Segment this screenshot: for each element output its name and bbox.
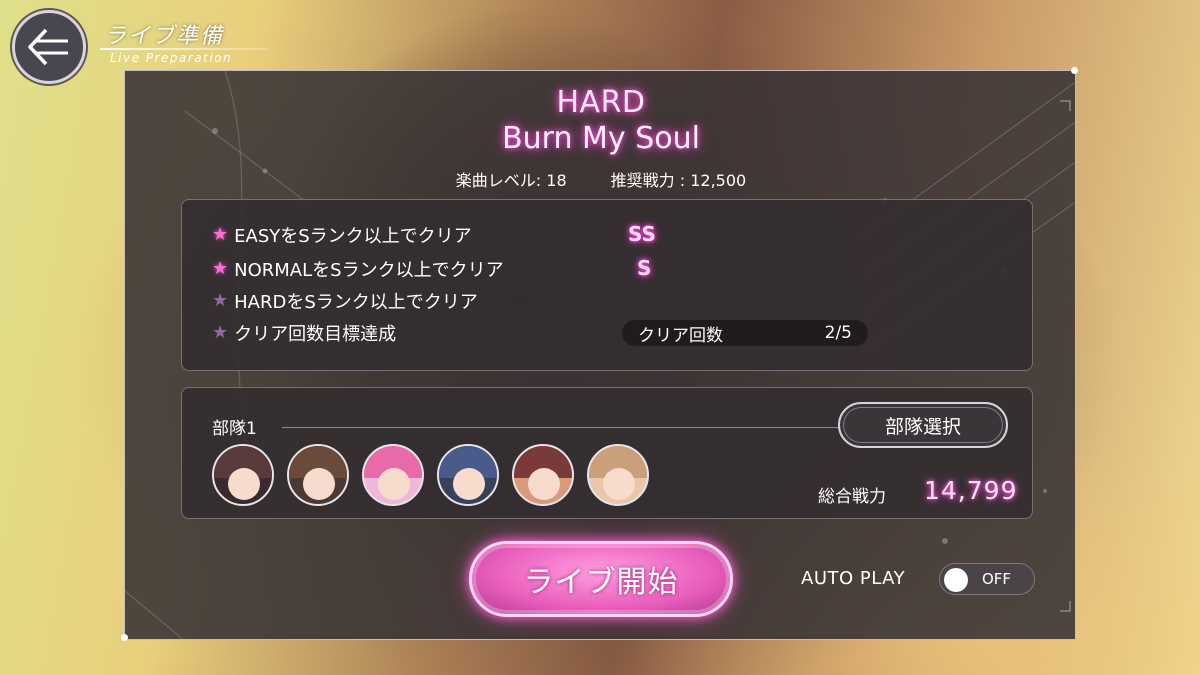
- back-button[interactable]: [12, 10, 86, 84]
- auto-play-label: AUTO PLAY: [801, 568, 906, 589]
- mission-label: HARDをSランク以上でクリア: [234, 292, 478, 313]
- mission-item: ★ クリア回数目標達成: [212, 320, 396, 346]
- mission-rank-badge: SS: [628, 222, 656, 246]
- mission-label: EASYをSランク以上でクリア: [234, 226, 472, 247]
- star-icon: ★: [212, 258, 229, 279]
- page-subtitle: Live Preparation: [110, 51, 233, 65]
- live-prep-panel: HARD Burn My Soul 楽曲レベル: 18 推奨戦力 : 12,50…: [121, 67, 1078, 641]
- clear-count-label: クリア回数: [638, 325, 723, 346]
- character-avatar-5[interactable]: [512, 444, 574, 506]
- unit-label: 部隊1: [212, 419, 257, 439]
- mission-label: クリア回数目標達成: [234, 324, 397, 345]
- header-divider: [100, 48, 268, 50]
- auto-play-toggle[interactable]: OFF: [939, 563, 1035, 595]
- recommended-power: 推奨戦力 : 12,500: [610, 171, 747, 190]
- mission-rank-badge: S: [637, 256, 652, 280]
- clear-count-value: 2/5: [824, 323, 852, 343]
- unit-section: 部隊1 部隊選択 総合戦力 14,799: [181, 387, 1033, 519]
- unit-members: [212, 444, 649, 506]
- total-power-label: 総合戦力: [818, 487, 886, 507]
- song-level: 楽曲レベル: 18: [455, 171, 567, 190]
- song-info: 楽曲レベル: 18 推奨戦力 : 12,500: [125, 167, 1077, 191]
- auto-play-state: OFF: [982, 570, 1012, 588]
- toggle-knob: [944, 568, 968, 592]
- character-avatar-1[interactable]: [212, 444, 274, 506]
- mission-item: ★ EASYをSランク以上でクリア: [212, 222, 472, 248]
- total-power-value: 14,799: [924, 476, 1018, 505]
- corner-dot: [121, 634, 128, 641]
- mission-list: ★ EASYをSランク以上でクリア SS ★ NORMALをSランク以上でクリア…: [181, 199, 1033, 371]
- difficulty-label: HARD: [556, 85, 646, 120]
- mission-item: ★ NORMALをSランク以上でクリア: [212, 256, 504, 282]
- character-avatar-4[interactable]: [437, 444, 499, 506]
- corner-dot: [1071, 67, 1078, 74]
- character-avatar-2[interactable]: [287, 444, 349, 506]
- unit-divider: [282, 427, 840, 428]
- character-avatar-6[interactable]: [587, 444, 649, 506]
- start-live-button[interactable]: ライブ開始: [469, 541, 733, 617]
- back-arrow-icon: [28, 28, 68, 66]
- star-icon: ★: [212, 290, 229, 311]
- mission-item: ★ HARDをSランク以上でクリア: [212, 288, 478, 314]
- song-title: Burn My Soul: [502, 121, 700, 156]
- page-title: ライブ準備: [104, 24, 225, 49]
- mission-label: NORMALをSランク以上でクリア: [234, 260, 504, 281]
- star-icon: ★: [212, 322, 229, 343]
- clear-count-badge: クリア回数 2/5: [622, 320, 868, 346]
- unit-select-button[interactable]: 部隊選択: [838, 402, 1008, 448]
- character-avatar-3[interactable]: [362, 444, 424, 506]
- star-icon: ★: [212, 224, 229, 245]
